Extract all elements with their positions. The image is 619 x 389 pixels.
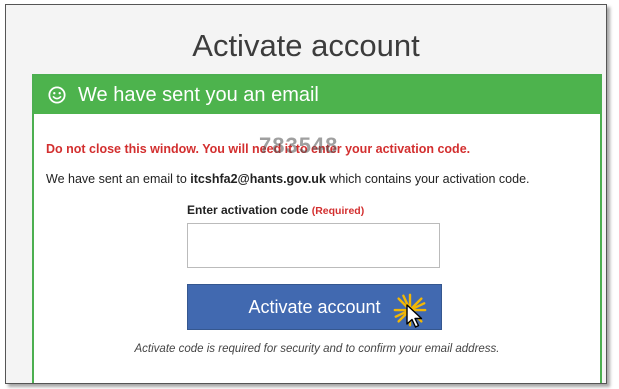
email-address: itcshfa2@hants.gov.uk <box>190 172 326 186</box>
info-prefix: We have sent an email to <box>46 172 191 186</box>
required-marker: (Required) <box>311 205 365 217</box>
screenshot-frame: Activate account We have sent you an ema… <box>5 4 607 384</box>
activation-code-overlay: 783548 <box>259 133 339 158</box>
activation-code-label: Enter activation code (Required) <box>187 203 364 217</box>
panel-header: We have sent you an email <box>34 76 600 114</box>
info-message: We have sent an email to itcshfa2@hants.… <box>46 172 530 186</box>
activation-code-input[interactable] <box>187 223 440 268</box>
security-note: Activate code is required for security a… <box>134 343 500 355</box>
info-suffix: which contains your activation code. <box>325 172 530 186</box>
panel-heading: We have sent you an email <box>78 83 319 106</box>
email-sent-panel: We have sent you an email Do not close t… <box>32 74 602 383</box>
field-label-text: Enter activation code <box>187 203 309 217</box>
smiley-icon <box>48 86 66 104</box>
page-title: Activate account <box>192 28 420 63</box>
mouse-pointer-icon <box>406 304 423 328</box>
